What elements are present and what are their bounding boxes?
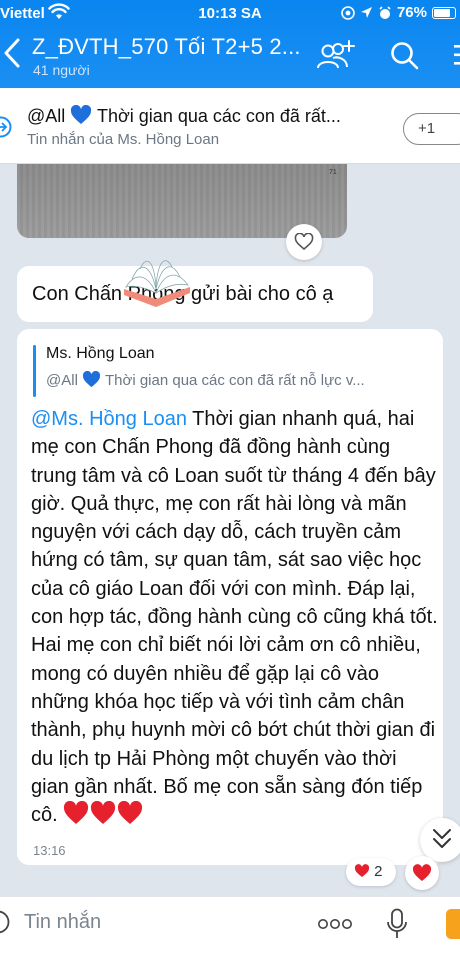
hearts-emoji: [63, 801, 143, 833]
pinned-more-button[interactable]: +1: [403, 113, 460, 145]
pinned-more-count: +1: [418, 120, 436, 137]
pinned-title-text: Thời gian qua các con đã rất...: [96, 106, 341, 126]
reaction-summary[interactable]: 2: [346, 858, 396, 886]
quote-author[interactable]: Ms. Hồng Loan: [46, 345, 155, 363]
chevron-down-icon: [433, 829, 451, 848]
message-text: Thời gian nhanh quá, hai mẹ con Chấn Pho…: [31, 408, 438, 827]
title-bar: Z_ĐVTH_570 Tối T2+5 2... 41 người: [0, 28, 460, 88]
more-icon[interactable]: [450, 40, 460, 70]
pinned-message-bar[interactable]: @All Thời gian qua các con đã rất... Tin…: [0, 88, 460, 164]
emoji-icon[interactable]: [0, 910, 10, 934]
navigation-icon: [360, 7, 372, 18]
message-bubble-long[interactable]: Ms. Hồng Loan @All Thời gian qua các con…: [17, 329, 443, 865]
chat-title[interactable]: Z_ĐVTH_570 Tối T2+5 2...: [32, 34, 301, 60]
scroll-down-button[interactable]: [420, 818, 460, 862]
mention-link[interactable]: @Ms. Hồng Loan: [31, 408, 187, 430]
back-icon[interactable]: [2, 36, 22, 70]
more-dots-icon[interactable]: [317, 917, 353, 931]
red-heart-icon: [354, 864, 370, 877]
pinned-title: @All Thời gian qua các con đã rất...: [27, 105, 341, 127]
status-bar: Viettel 10:13 SA 76%: [0, 0, 460, 28]
heart-outline-icon: [294, 233, 314, 251]
pinned-subtitle: Tin nhắn của Ms. Hồng Loan: [27, 131, 220, 148]
alarm-icon: [379, 5, 391, 19]
book-sticker: [124, 260, 190, 307]
member-count[interactable]: 41 người: [33, 62, 90, 78]
red-heart-icon: [412, 864, 432, 881]
heart-react-button[interactable]: [405, 856, 439, 890]
add-member-icon[interactable]: [316, 38, 356, 72]
message-input[interactable]: Tin nhắn: [24, 911, 284, 937]
status-right: 76%: [341, 4, 456, 21]
red-heart-icon: [64, 801, 143, 825]
chat-header: Viettel 10:13 SA 76% Z_ĐVTH_570 Tối T2+5…: [0, 0, 460, 88]
quote-prefix: @All: [46, 372, 78, 389]
pin-icon: [0, 116, 12, 138]
reaction-count: 2: [374, 863, 383, 880]
message-input-bar: Tin nhắn: [0, 896, 460, 955]
photo-page-number: 71: [329, 169, 337, 176]
quote-text[interactable]: @All Thời gian qua các con đã rất nỗ lực…: [46, 371, 365, 389]
quote-body: Thời gian qua các con đã rất nỗ lực v...: [104, 372, 365, 389]
microphone-icon[interactable]: [386, 908, 408, 940]
battery-percent: 76%: [396, 4, 427, 21]
search-icon[interactable]: [389, 40, 419, 70]
quote-bar: [33, 345, 36, 397]
image-icon[interactable]: [446, 909, 460, 939]
pinned-title-prefix: @All: [27, 106, 66, 126]
photo-react-button[interactable]: [286, 224, 322, 260]
location-icon: [341, 5, 355, 20]
message-time: 13:16: [33, 843, 66, 858]
blue-heart-icon: [71, 105, 92, 124]
battery-icon: [432, 6, 456, 19]
message-body: @Ms. Hồng Loan Thời gian nhanh quá, hai …: [31, 405, 439, 833]
blue-heart-icon: [83, 371, 101, 388]
